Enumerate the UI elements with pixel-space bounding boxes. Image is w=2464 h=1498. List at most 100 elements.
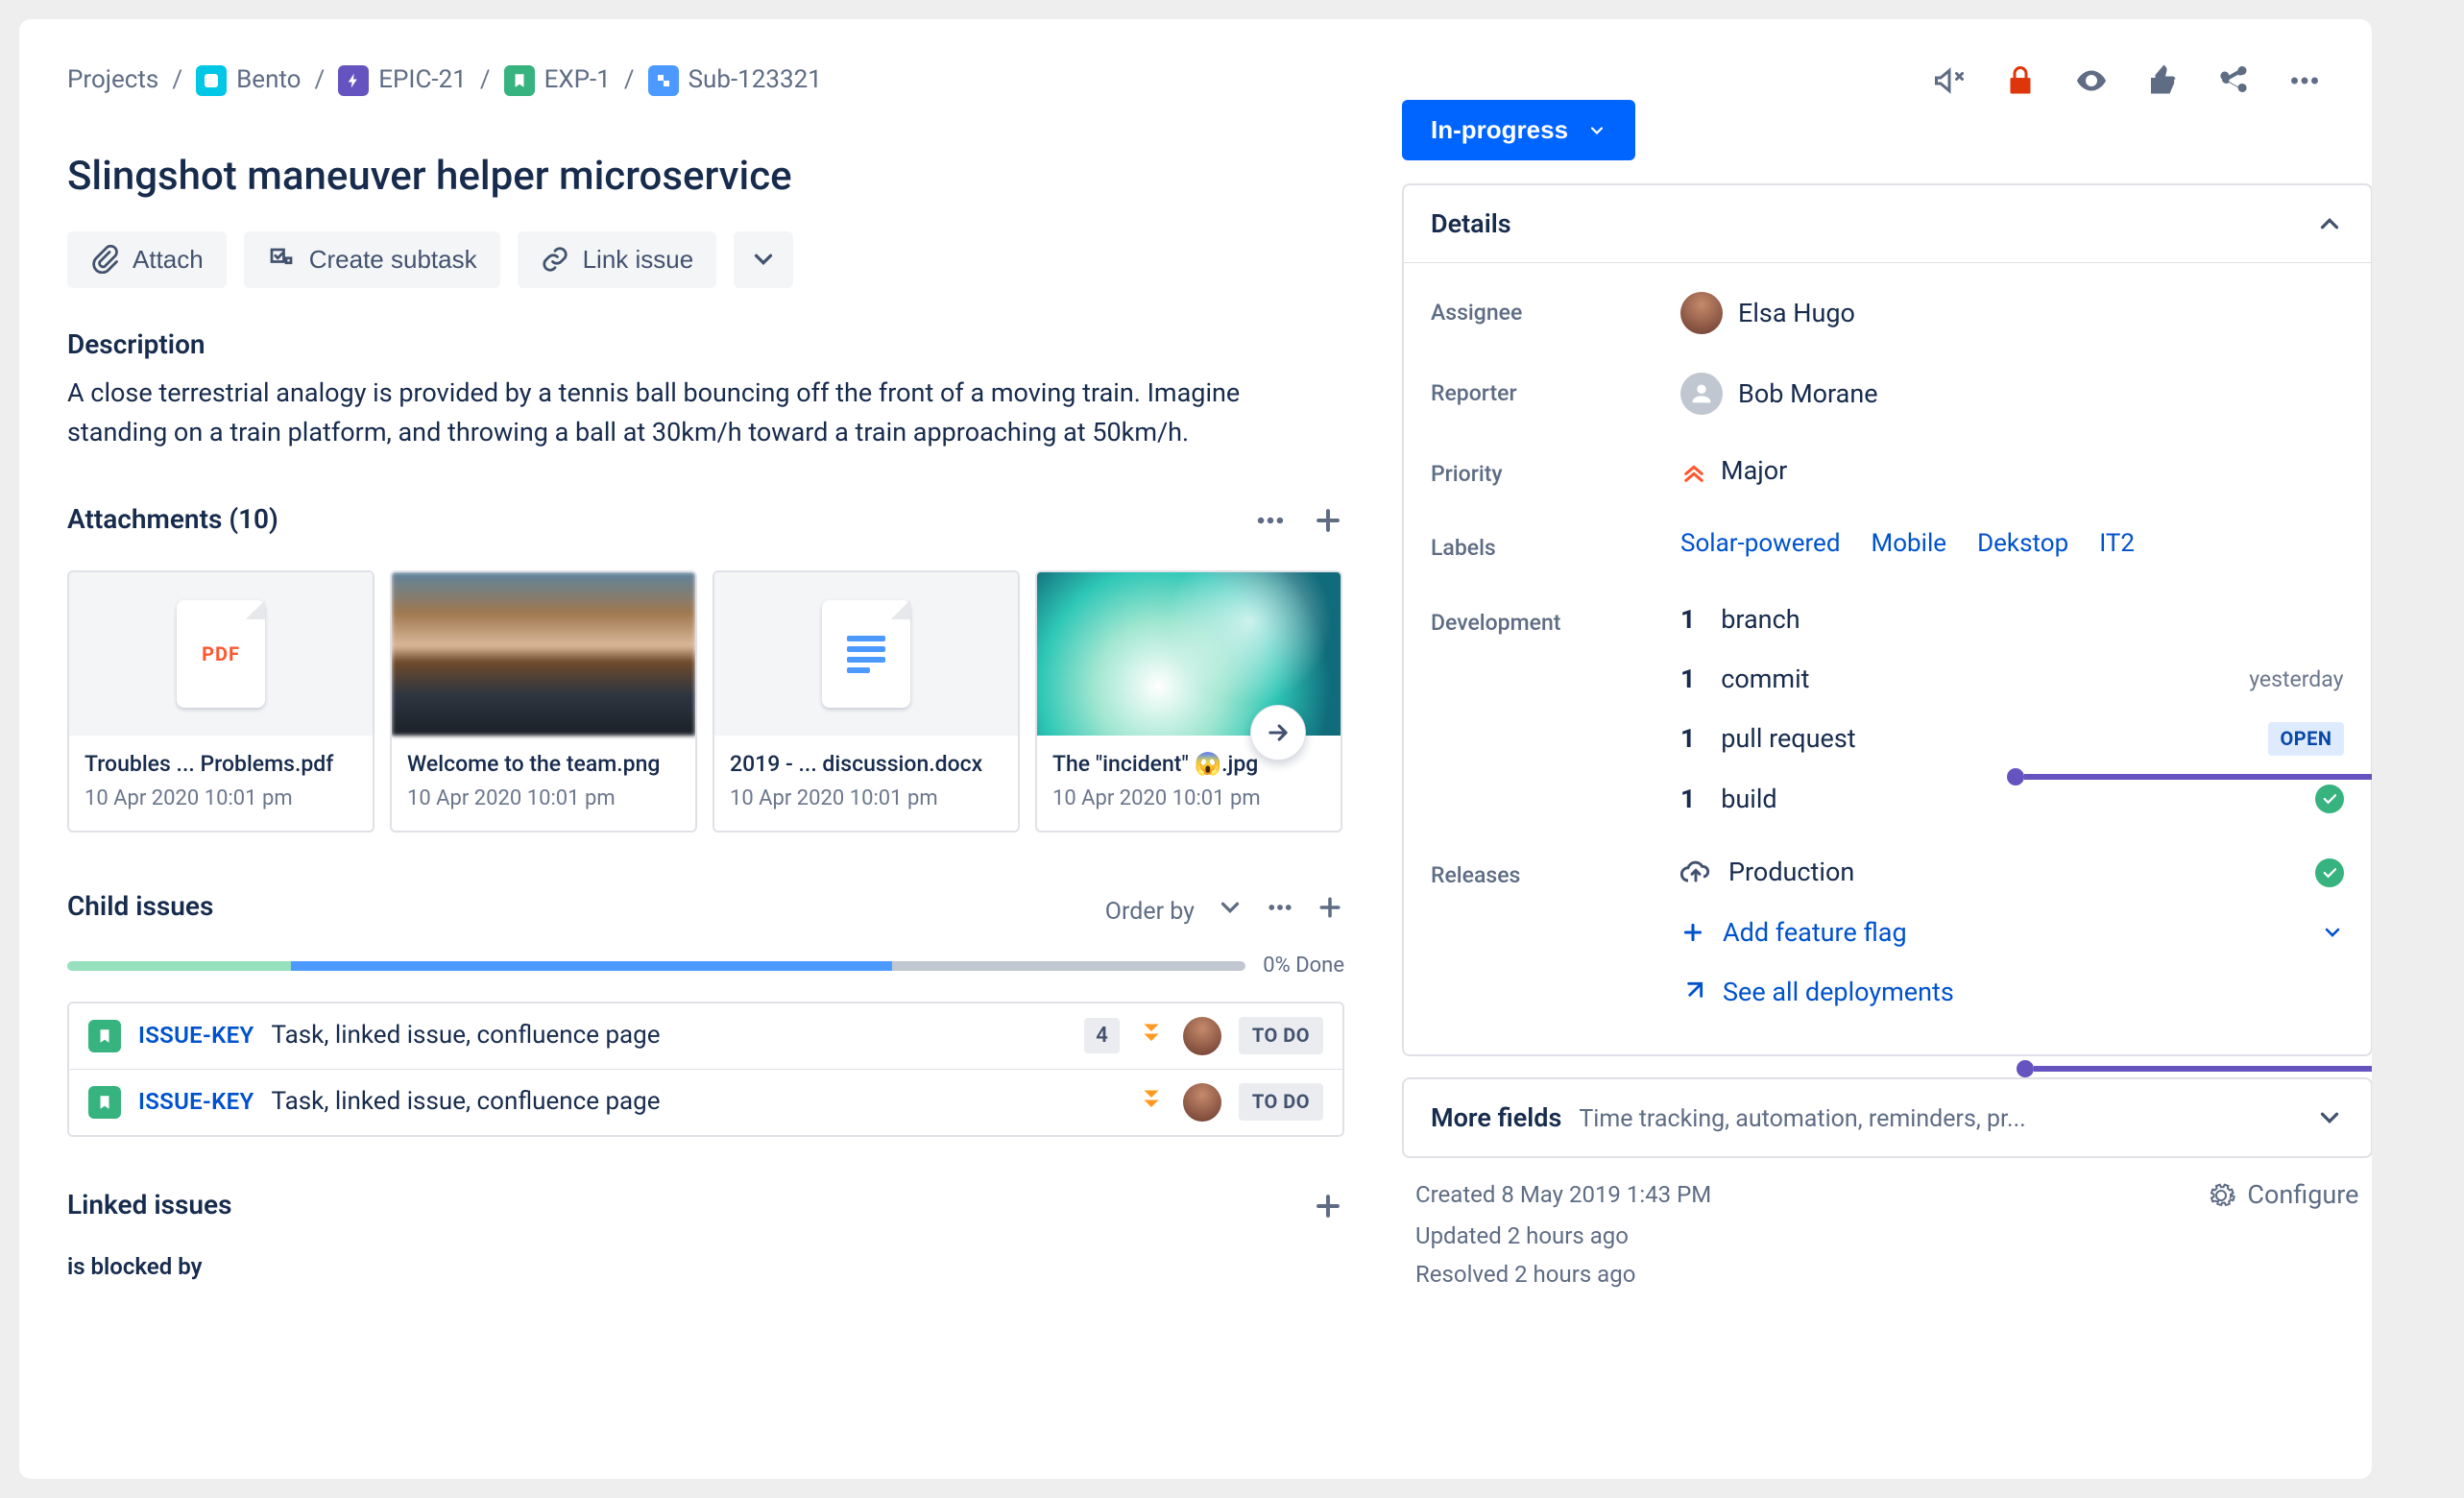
lock-icon[interactable]: [2001, 61, 2040, 100]
child-summary: Task, linked issue, confluence page: [272, 1019, 1068, 1052]
pr-count: 1: [1680, 721, 1696, 756]
share-icon[interactable]: [2214, 61, 2253, 100]
attachment-card[interactable]: The "incident" 😱.jpg 10 Apr 2020 10:01 p…: [1035, 570, 1342, 833]
pdf-file-icon: PDF: [177, 600, 265, 708]
annotation-1: 1: [2007, 749, 2372, 805]
details-body: Assignee Elsa Hugo Reporter Bob Morane: [1404, 263, 2371, 1053]
child-issues-header: Child issues Order by: [67, 888, 1344, 936]
attachments-header: Attachments (10): [67, 501, 1344, 549]
child-issue-row[interactable]: ISSUE-KEY Task, linked issue, confluence…: [69, 1069, 1342, 1135]
priority-label: Priority: [1431, 453, 1680, 489]
child-issue-row[interactable]: ISSUE-KEY Task, linked issue, confluence…: [69, 1003, 1342, 1069]
story-icon: [88, 1086, 121, 1119]
breadcrumb-sep: /: [315, 63, 326, 97]
link-issue-more-button[interactable]: [734, 231, 793, 288]
label-chip[interactable]: Dekstop: [1977, 527, 2068, 561]
reporter-name: Bob Morane: [1738, 376, 1878, 411]
branch-word: branch: [1721, 602, 1800, 637]
give-feedback-icon[interactable]: [1930, 61, 1969, 100]
label-chip[interactable]: Mobile: [1872, 527, 1947, 561]
attachment-name: Troubles ... Problems.pdf: [85, 749, 357, 779]
dev-branch-row[interactable]: 1 branch: [1680, 602, 2344, 637]
linked-add-icon[interactable]: [1312, 1190, 1344, 1232]
field-assignee: Assignee Elsa Hugo: [1431, 273, 2344, 353]
attachment-card[interactable]: Welcome to the team.png 10 Apr 2020 10:0…: [390, 570, 697, 833]
labels-label: Labels: [1431, 527, 1680, 563]
description-body[interactable]: A close terrestrial analogy is provided …: [67, 374, 1335, 451]
status-dropdown[interactable]: In-progress: [1402, 100, 1635, 160]
create-subtask-button[interactable]: Create subtask: [244, 231, 500, 288]
release-env-row[interactable]: Production: [1680, 855, 2344, 889]
development-label: Development: [1431, 602, 1680, 638]
priority-value[interactable]: Major: [1680, 453, 2344, 488]
child-add-icon[interactable]: [1316, 893, 1344, 931]
reporter-label: Reporter: [1431, 373, 1680, 408]
linked-issues-heading: Linked issues: [67, 1187, 232, 1223]
attachment-thumb: PDF: [69, 572, 373, 736]
status-badge[interactable]: TO DO: [1239, 1083, 1323, 1121]
more-icon[interactable]: [2285, 61, 2324, 100]
annotation-2: 2: [2017, 1041, 2372, 1097]
child-key[interactable]: ISSUE-KEY: [138, 1086, 254, 1117]
watch-icon[interactable]: [2072, 61, 2111, 100]
crumb-story[interactable]: EXP-1: [504, 63, 611, 97]
attachment-card[interactable]: PDF Troubles ... Problems.pdf 10 Apr 202…: [67, 570, 374, 833]
order-by-label[interactable]: Order by: [1105, 896, 1195, 929]
attachment-date: 10 Apr 2020 10:01 pm: [1052, 785, 1325, 813]
breadcrumb-sep: /: [172, 63, 182, 97]
add-feature-flag-row[interactable]: Add feature flag: [1680, 915, 2344, 950]
priority-medium-icon: [1137, 1017, 1166, 1055]
updated-date: Updated 2 hours ago: [1415, 1220, 2359, 1251]
crumb-subtask[interactable]: Sub-123321: [648, 63, 822, 97]
child-issues-heading: Child issues: [67, 888, 213, 925]
meta-dates: Created 8 May 2019 1:43 PM Configure Upd…: [1402, 1173, 2372, 1290]
like-icon[interactable]: [2143, 61, 2182, 100]
labels-value[interactable]: Solar-powered Mobile Dekstop IT2: [1680, 527, 2344, 561]
link-issue-button[interactable]: Link issue: [518, 231, 717, 288]
details-panel: Details Assignee Elsa Hugo Reporter: [1402, 183, 2372, 1056]
page-title[interactable]: Slingshot maneuver helper microservice: [67, 150, 1344, 205]
progress-done-segment: [67, 961, 291, 971]
attachment-card[interactable]: 2019 - ... discussion.docx 10 Apr 2020 1…: [713, 570, 1020, 833]
chevron-down-icon: [2321, 921, 2344, 944]
crumb-projects[interactable]: Projects: [67, 63, 158, 97]
see-all-deployments-label: See all deployments: [1723, 975, 1954, 1009]
details-header[interactable]: Details: [1404, 185, 2371, 263]
attachments-actions: [1254, 504, 1344, 546]
left-column: Slingshot maneuver helper microservice A…: [67, 100, 1344, 1283]
see-all-deployments-row[interactable]: See all deployments: [1680, 975, 2344, 1009]
attachment-date: 10 Apr 2020 10:01 pm: [407, 785, 680, 813]
configure-button[interactable]: Configure: [2207, 1177, 2358, 1212]
subtask-icon: [648, 65, 679, 96]
crumb-project[interactable]: Bento: [196, 63, 301, 97]
child-progress: 0% Done: [67, 952, 1344, 980]
dev-commit-row[interactable]: 1 commit yesterday: [1680, 662, 2344, 696]
crumb-epic[interactable]: EPIC-21: [338, 63, 467, 97]
linked-blocked-by-label: is blocked by: [67, 1251, 1344, 1282]
priority-major-icon: [1680, 458, 1707, 485]
label-chip[interactable]: Solar-powered: [1680, 527, 1841, 561]
create-subtask-label: Create subtask: [309, 245, 477, 275]
field-reporter: Reporter Bob Morane: [1431, 353, 2344, 434]
assignee-value[interactable]: Elsa Hugo: [1680, 292, 2344, 334]
status-badge[interactable]: TO DO: [1239, 1017, 1323, 1054]
child-key[interactable]: ISSUE-KEY: [138, 1020, 254, 1051]
attachments-next-button[interactable]: [1250, 705, 1306, 761]
child-more-icon[interactable]: [1266, 893, 1294, 931]
more-fields-title: More fields: [1431, 1100, 1561, 1135]
attachment-thumb: [392, 572, 695, 736]
attachment-date: 10 Apr 2020 10:01 pm: [85, 785, 357, 813]
label-chip[interactable]: IT2: [2099, 527, 2135, 561]
releases-label: Releases: [1431, 855, 1680, 890]
attachments-add-icon[interactable]: [1312, 504, 1344, 546]
progress-inprogress-segment: [291, 961, 892, 971]
order-by-chevron-icon[interactable]: [1216, 893, 1244, 931]
assignee-avatar[interactable]: [1183, 1017, 1221, 1055]
attachments-more-icon[interactable]: [1254, 504, 1287, 546]
release-success-icon: [2315, 858, 2344, 887]
reporter-value[interactable]: Bob Morane: [1680, 373, 2344, 415]
chevron-down-icon: [2315, 1103, 2344, 1132]
assignee-avatar[interactable]: [1183, 1083, 1221, 1122]
attach-button[interactable]: Attach: [67, 231, 227, 288]
add-feature-flag-label: Add feature flag: [1723, 915, 1907, 950]
